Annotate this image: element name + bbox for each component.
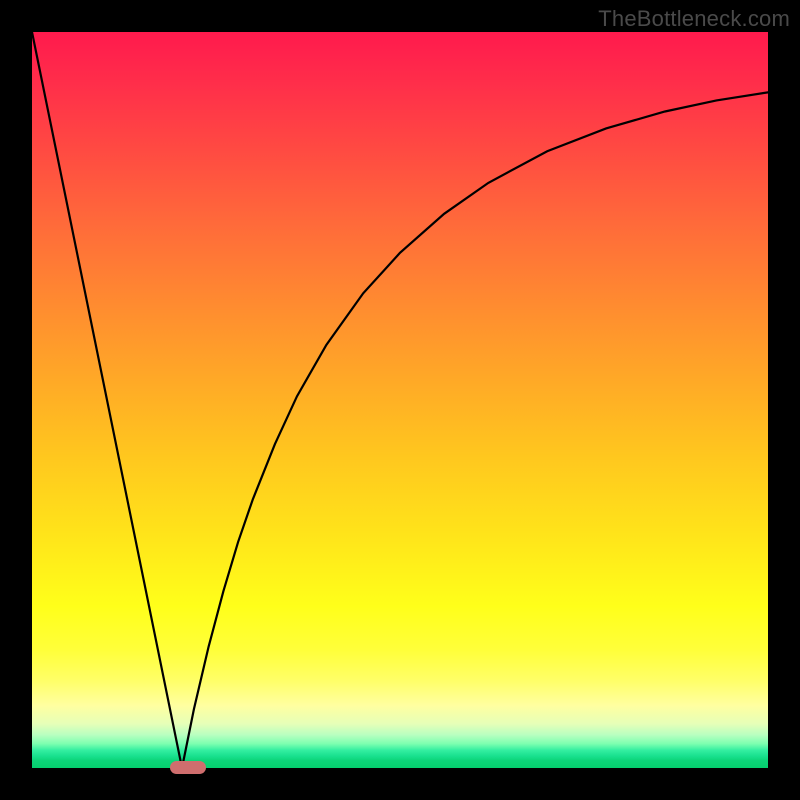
chart-frame: TheBottleneck.com	[0, 0, 800, 800]
right-branch-line	[182, 92, 768, 768]
curve-layer	[32, 32, 768, 768]
left-branch-line	[32, 32, 182, 768]
bottleneck-marker	[170, 761, 205, 774]
plot-area	[32, 32, 768, 768]
watermark-text: TheBottleneck.com	[598, 6, 790, 32]
